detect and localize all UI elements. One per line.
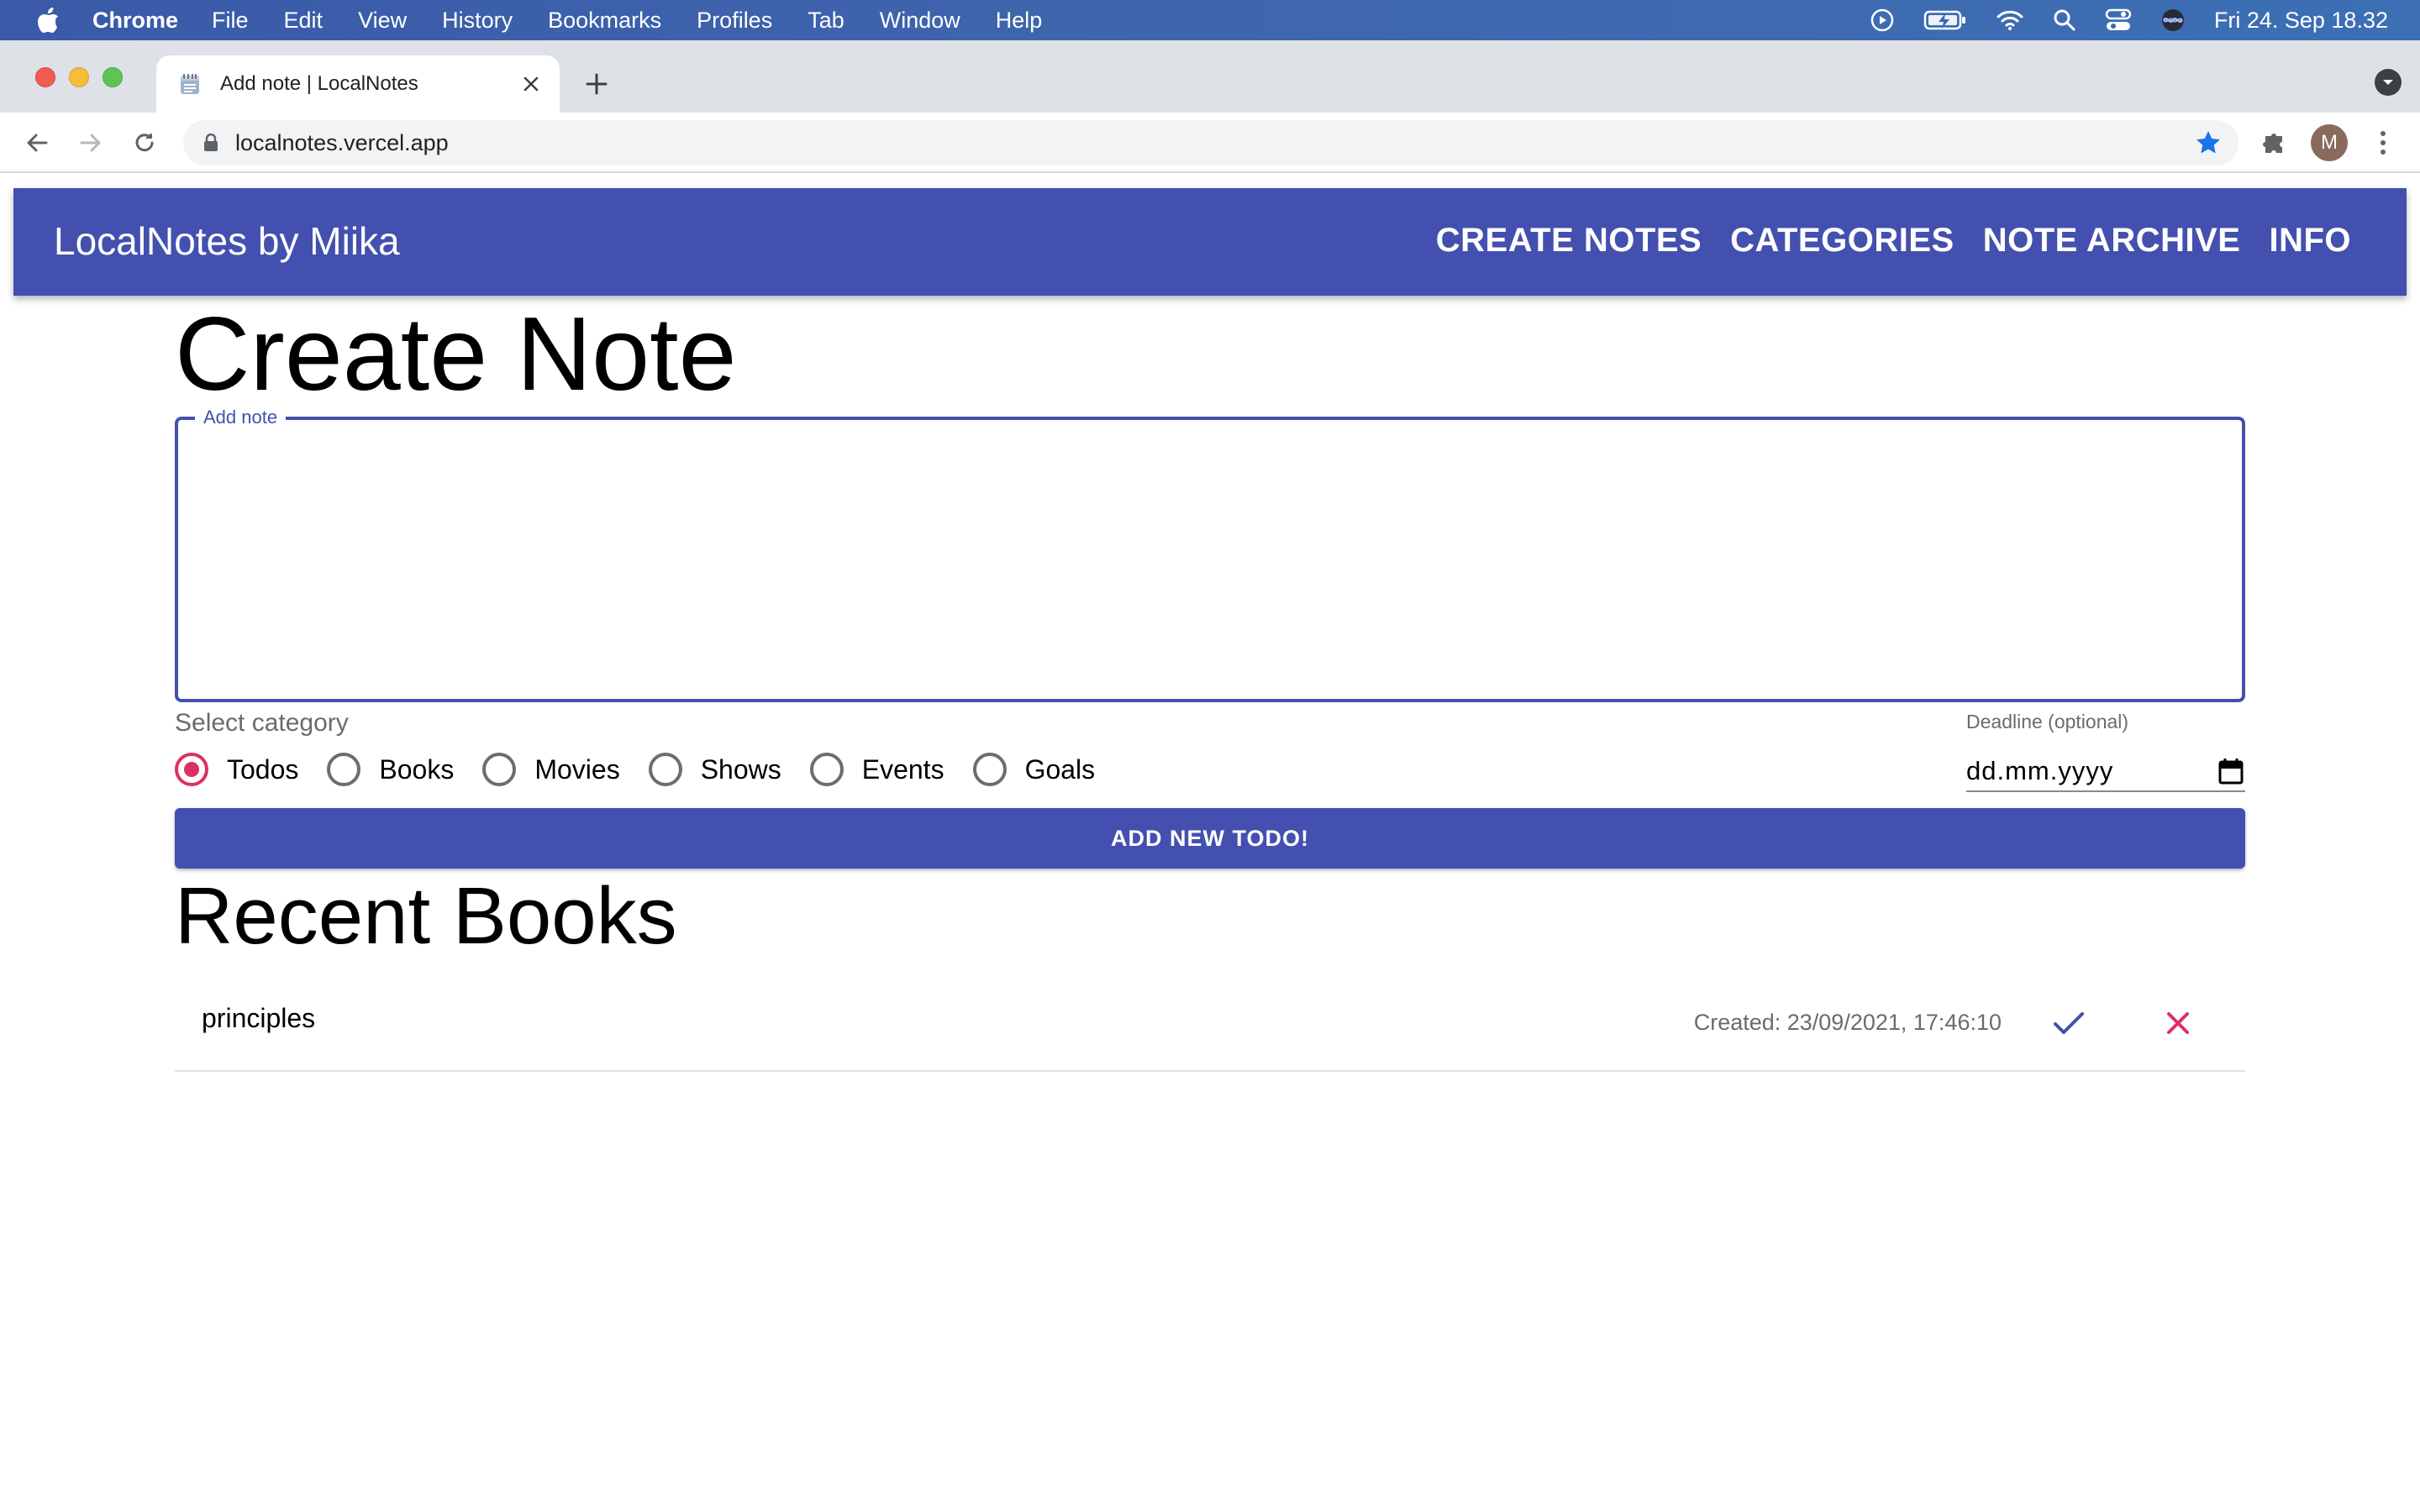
url-text: localnotes.vercel.app xyxy=(235,129,449,155)
menu-profiles[interactable]: Profiles xyxy=(697,8,772,34)
radio-events[interactable]: Events xyxy=(809,753,944,786)
nav-categories[interactable]: CATEGORIES xyxy=(1730,222,1954,260)
window-zoom-button[interactable] xyxy=(103,67,123,87)
note-created-date: Created: 23/09/2021, 17:46:10 xyxy=(1693,1010,2002,1035)
radio-label-movies: Movies xyxy=(534,753,620,785)
radio-label-events: Events xyxy=(861,753,944,785)
app-header: LocalNotes by Miika CREATE NOTES CATEGOR… xyxy=(13,188,2407,296)
window-close-button[interactable] xyxy=(35,67,55,87)
add-note-textarea[interactable] xyxy=(178,420,2242,699)
notepad-favicon-icon xyxy=(178,72,202,96)
radio-books[interactable]: Books xyxy=(327,753,454,786)
radio-unchecked-icon[interactable] xyxy=(648,753,682,786)
lock-icon[interactable] xyxy=(203,134,218,152)
radio-checked-icon[interactable] xyxy=(175,753,208,786)
tab-search-chevron-icon[interactable] xyxy=(2375,69,2402,96)
menu-file[interactable]: File xyxy=(212,8,249,34)
app-nav: CREATE NOTES CATEGORIES NOTE ARCHIVE INF… xyxy=(1436,222,2351,260)
radio-unchecked-icon[interactable] xyxy=(972,753,1007,786)
radio-label-books: Books xyxy=(379,753,455,785)
browser-tab-active[interactable]: Add note | LocalNotes xyxy=(156,55,560,113)
radio-shows[interactable]: Shows xyxy=(648,753,781,786)
window-minimize-button[interactable] xyxy=(69,67,89,87)
check-icon[interactable] xyxy=(2050,1005,2087,1042)
more-menu-icon[interactable] xyxy=(2370,126,2396,160)
radio-label-goals: Goals xyxy=(1024,753,1096,785)
menu-history[interactable]: History xyxy=(442,8,513,34)
radio-goals[interactable]: Goals xyxy=(972,753,1096,786)
deadline-date-input[interactable]: dd.mm.yyyy xyxy=(1966,752,2245,792)
menu-bookmarks[interactable]: Bookmarks xyxy=(548,8,661,34)
app-brand[interactable]: LocalNotes by Miika xyxy=(54,218,400,264)
new-tab-plus-icon[interactable] xyxy=(580,67,613,101)
play-circle-icon[interactable] xyxy=(1870,8,1895,33)
wifi-icon[interactable] xyxy=(1996,9,2024,31)
page-title: Create Note xyxy=(175,297,737,412)
back-arrow-icon[interactable] xyxy=(20,126,54,160)
menu-edit[interactable]: Edit xyxy=(284,8,324,34)
reload-icon[interactable] xyxy=(128,126,161,160)
battery-charging-icon[interactable] xyxy=(1923,9,1967,31)
radio-unchecked-icon[interactable] xyxy=(327,753,361,786)
menu-bar-clock[interactable]: Fri 24. Sep 18.32 xyxy=(2214,8,2388,34)
add-note-label: Add note xyxy=(195,407,287,428)
category-radio-group: Todos Books Movies Shows Events Goals xyxy=(175,753,1123,786)
nav-create-notes[interactable]: CREATE NOTES xyxy=(1436,222,1702,260)
browser-toolbar: localnotes.vercel.app M xyxy=(0,113,2420,173)
menu-app-chrome[interactable]: Chrome xyxy=(92,8,178,34)
bookmark-star-icon[interactable] xyxy=(2195,129,2222,156)
menu-tab[interactable]: Tab xyxy=(808,8,844,34)
control-center-icon[interactable] xyxy=(2105,8,2132,32)
forward-arrow-icon[interactable] xyxy=(74,126,108,160)
radio-unchecked-icon[interactable] xyxy=(809,753,844,786)
deadline-value[interactable]: dd.mm.yyyy xyxy=(1966,756,2113,786)
address-bar[interactable]: localnotes.vercel.app xyxy=(183,120,2238,165)
apple-icon[interactable] xyxy=(34,5,64,35)
close-icon[interactable] xyxy=(518,71,544,97)
category-label: Select category xyxy=(175,709,349,737)
nav-info[interactable]: INFO xyxy=(2269,222,2351,260)
delete-x-icon[interactable] xyxy=(2160,1005,2196,1042)
menu-window[interactable]: Window xyxy=(880,8,960,34)
tab-title: Add note | LocalNotes xyxy=(220,72,418,95)
add-note-field: Add note xyxy=(175,407,2245,702)
menu-help[interactable]: Help xyxy=(996,8,1043,34)
add-new-todo-button[interactable]: ADD NEW TODO! xyxy=(175,808,2245,869)
macos-menu-bar: Chrome File Edit View History Bookmarks … xyxy=(0,0,2420,40)
siri-icon[interactable] xyxy=(2160,8,2186,33)
spotlight-search-icon[interactable] xyxy=(2053,8,2076,32)
radio-todos[interactable]: Todos xyxy=(175,753,298,786)
radio-label-shows: Shows xyxy=(700,753,781,785)
extensions-puzzle-icon[interactable] xyxy=(2260,128,2289,160)
radio-unchecked-icon[interactable] xyxy=(482,753,517,786)
calendar-icon[interactable] xyxy=(2217,757,2245,785)
menu-view[interactable]: View xyxy=(358,8,407,34)
radio-label-todos: Todos xyxy=(227,753,299,785)
note-text: principles xyxy=(202,1003,316,1033)
menu-bar-status-area: Fri 24. Sep 18.32 xyxy=(1870,0,2420,40)
nav-note-archive[interactable]: NOTE ARCHIVE xyxy=(1983,222,2241,260)
deadline-label: Deadline (optional) xyxy=(1966,711,2129,732)
deadline-field: Deadline (optional) dd.mm.yyyy xyxy=(1966,711,2245,792)
radio-movies[interactable]: Movies xyxy=(482,753,620,786)
recent-section-title: Recent Books xyxy=(175,871,677,961)
list-item[interactable]: principles Created: 23/09/2021, 17:46:10 xyxy=(175,984,2245,1072)
profile-avatar[interactable]: M xyxy=(2311,124,2348,161)
